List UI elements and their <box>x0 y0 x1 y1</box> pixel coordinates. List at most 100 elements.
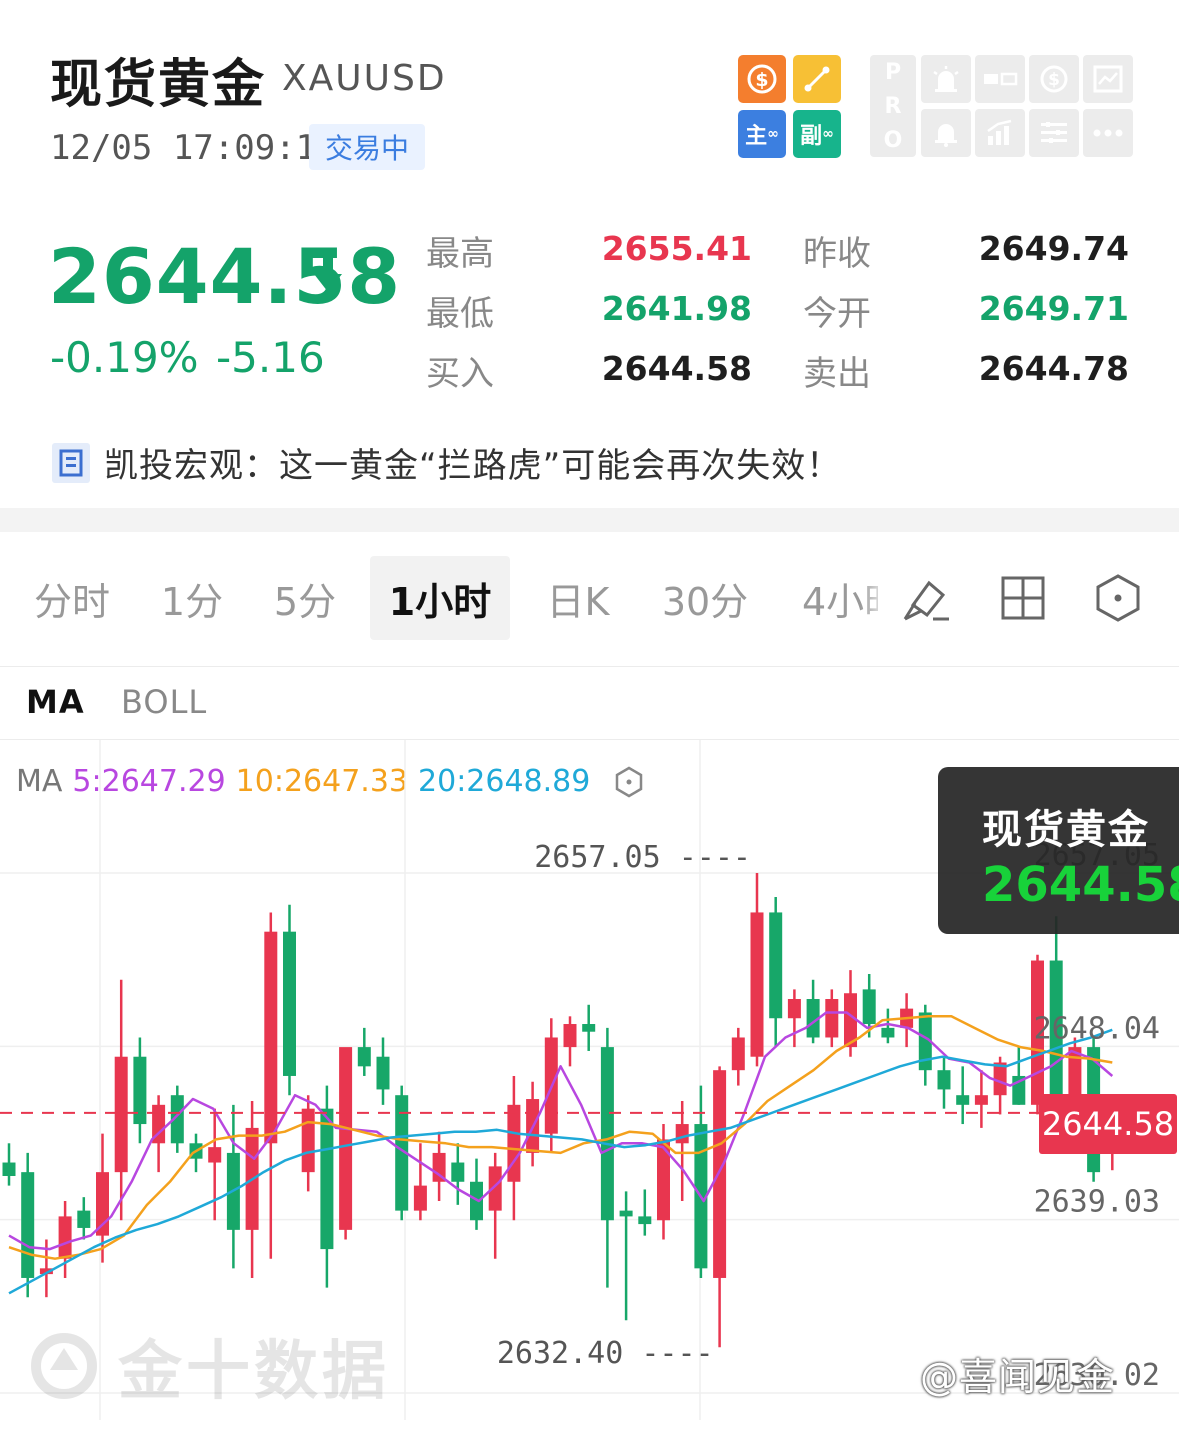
news-text: 凯投宏观：这一黄金“拦路虎”可能会再次失效！ <box>104 446 842 486</box>
tooltip-name: 现货黄金 <box>982 807 1150 853</box>
dollar-icon[interactable]: $ <box>1029 55 1079 103</box>
tab-5min[interactable]: 5分 <box>262 556 348 640</box>
candle-body <box>862 989 876 1025</box>
stat-label-bid: 买入 <box>426 354 494 394</box>
candle-body <box>619 1210 633 1217</box>
ma20-line <box>8 1028 1113 1295</box>
candle-body <box>58 1216 72 1259</box>
stat-value-prev-close: 2649.74 <box>978 229 1129 268</box>
more-icon[interactable] <box>1083 109 1133 157</box>
candle-body <box>301 1108 315 1173</box>
indicator-boll[interactable]: BOLL <box>121 683 207 721</box>
current-price-tag: 2644.58 <box>1039 1094 1177 1154</box>
candle-body <box>376 1056 390 1090</box>
page-title: 现货黄金 <box>50 55 267 115</box>
indicator-ma[interactable]: MA <box>26 683 85 721</box>
candle-body <box>283 931 296 1076</box>
stat-label-open: 今开 <box>803 294 871 334</box>
stat-value-bid: 2644.58 <box>601 349 752 388</box>
stat-label-prev-close: 昨收 <box>803 234 871 274</box>
candle-body <box>77 1210 91 1228</box>
indicator-bar: MA BOLL <box>0 666 1179 740</box>
candle-body <box>731 1037 745 1071</box>
stat-label-ask: 卖出 <box>803 354 871 394</box>
watermark: 金十数据 <box>28 1320 390 1412</box>
candle-body <box>2 1162 16 1176</box>
candle-body <box>956 1095 970 1105</box>
sub-chart-icon[interactable]: 副 ∞ <box>793 110 841 158</box>
arrow-down-icon <box>314 254 342 292</box>
candle-body <box>825 999 839 1038</box>
tab-1hour[interactable]: 1小时 <box>370 556 510 640</box>
y-axis-tick-label: 2639.03 <box>1034 1185 1160 1220</box>
news-icon <box>52 442 90 483</box>
candle-body <box>881 1027 895 1038</box>
candle-body <box>675 1124 689 1144</box>
bell-icon[interactable] <box>921 109 971 157</box>
candle-body <box>582 1024 596 1032</box>
candle-body <box>339 1047 353 1230</box>
stat-label-low: 最低 <box>426 294 494 334</box>
stat-value-low: 2641.98 <box>601 289 752 328</box>
candle-body <box>413 1185 427 1211</box>
tab-1min[interactable]: 1分 <box>150 556 234 640</box>
stat-label-high: 最高 <box>426 234 494 274</box>
candle-body <box>208 1147 222 1163</box>
section-divider <box>0 508 1179 532</box>
author-credit: @喜闻见金 <box>920 1355 1116 1399</box>
y-axis-tick-label: 2648.04 <box>1034 1011 1160 1046</box>
settings-hexagon-icon[interactable] <box>1090 570 1146 626</box>
line-tool-icon[interactable] <box>793 55 841 103</box>
candle-body <box>114 1056 128 1173</box>
compare-icon[interactable] <box>975 55 1025 103</box>
min-price-label: 2632.40 ---- <box>497 1336 714 1371</box>
tab-daily[interactable]: 日K <box>534 556 622 640</box>
news-headline[interactable]: 凯投宏观：这一黄金“拦路虎”可能会再次失效！ <box>52 438 841 487</box>
candle-body <box>638 1216 652 1225</box>
list-icon[interactable] <box>1029 109 1079 157</box>
candle-body <box>787 999 801 1019</box>
candle-body <box>750 912 764 1057</box>
layout-grid-icon[interactable] <box>995 570 1051 626</box>
candle-body <box>133 1056 147 1125</box>
candle-body <box>357 1047 371 1067</box>
change-percent: -0.19% <box>50 333 199 382</box>
candle-body <box>713 1070 727 1278</box>
bar-chart-icon[interactable] <box>975 109 1025 157</box>
quote-timestamp: 12/05 17:09:16 <box>50 128 337 168</box>
alarm-icon[interactable] <box>921 55 971 103</box>
trading-status-badge: 交易中 <box>309 124 425 170</box>
candle-body <box>769 912 783 1019</box>
pro-button[interactable]: P R O <box>870 55 916 157</box>
tabs-fade <box>860 556 890 640</box>
svg-text:$: $ <box>755 69 768 91</box>
stat-value-high: 2655.41 <box>601 229 752 268</box>
stat-value-open: 2649.71 <box>978 289 1129 328</box>
tool-icon-group: $ 主 ∞ 副 ∞ <box>738 55 848 159</box>
candle-body <box>600 1047 614 1221</box>
tab-30min[interactable]: 30分 <box>652 556 758 640</box>
candle-body <box>937 1070 951 1090</box>
dollar-icon[interactable]: $ <box>738 55 786 103</box>
main-chart-icon[interactable]: 主 ∞ <box>738 110 786 158</box>
draw-tool-icon[interactable] <box>898 570 954 626</box>
candle-body <box>563 1024 577 1048</box>
price-tooltip: 现货黄金 2644.58 <box>938 767 1179 934</box>
instrument-symbol: XAUUSD <box>282 58 447 99</box>
candle-body <box>264 931 278 1144</box>
candle-body <box>451 1162 465 1182</box>
tab-fenshi[interactable]: 分时 <box>22 556 122 640</box>
chart-frame-icon[interactable] <box>1083 55 1133 103</box>
candle-body <box>21 1172 35 1278</box>
jin10-logo-icon <box>31 1333 97 1399</box>
watermark-text: 金十数据 <box>118 1335 390 1409</box>
last-price: 2644.58 <box>48 232 402 321</box>
tooltip-price: 2644.58 <box>982 857 1179 913</box>
max-price-label: 2657.05 ---- <box>534 840 751 875</box>
stat-value-ask: 2644.78 <box>978 349 1129 388</box>
svg-text:$: $ <box>1048 70 1060 90</box>
change-value: -5.16 <box>216 333 325 382</box>
candle-body <box>974 1095 988 1105</box>
candle-body <box>320 1108 334 1250</box>
candle-body <box>507 1104 521 1182</box>
